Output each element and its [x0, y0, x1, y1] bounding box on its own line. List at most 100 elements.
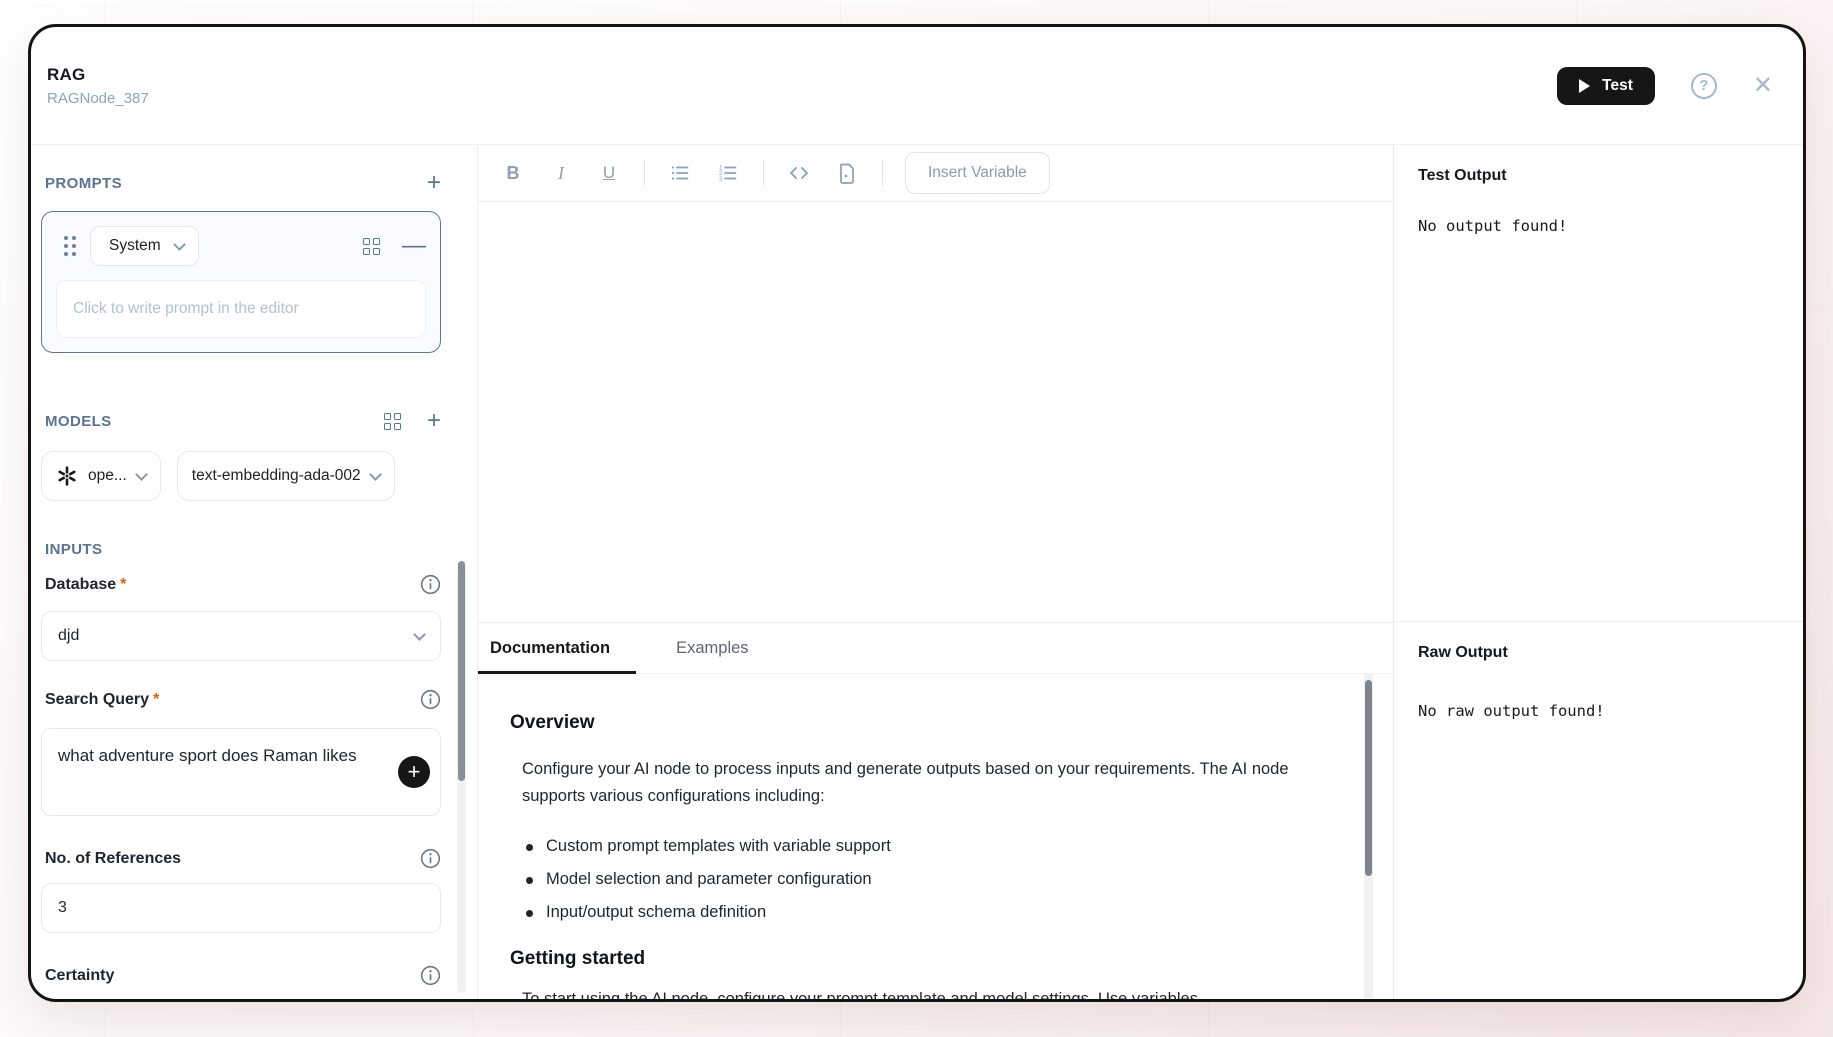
overview-paragraph: Configure your AI node to process inputs… — [522, 756, 1313, 809]
rag-node-modal: RAG RAGNode_387 Test ? ✕ PROMPTS + — [28, 24, 1806, 1002]
svg-text:3: 3 — [719, 176, 723, 183]
remove-prompt-icon[interactable]: — — [402, 239, 426, 253]
prompt-card-actions: — — [363, 238, 426, 255]
header-actions: Test ? ✕ — [1557, 67, 1773, 105]
models-heading: MODELS — [45, 413, 112, 430]
expand-grid-icon[interactable] — [363, 238, 380, 255]
search-query-label-row: Search Query* — [41, 689, 441, 710]
close-icon[interactable]: ✕ — [1753, 74, 1773, 98]
test-button[interactable]: Test — [1557, 67, 1655, 105]
inputs-heading: INPUTS — [45, 541, 102, 558]
prompt-role-select[interactable]: System — [90, 226, 199, 266]
chevron-down-icon — [135, 468, 148, 481]
prompt-card: System — Click to write prompt in the ed… — [41, 211, 441, 353]
required-asterisk: * — [153, 691, 159, 708]
docs-scrollbar-thumb[interactable] — [1365, 680, 1372, 876]
config-panel: PROMPTS + System — — [31, 145, 478, 999]
search-query-field[interactable]: what adventure sport does Raman likes + — [41, 728, 441, 816]
provider-value: ope... — [88, 467, 127, 485]
provider-select[interactable]: ope... — [41, 451, 161, 501]
raw-output-text: No raw output found! — [1418, 702, 1779, 720]
test-output-heading: Test Output — [1418, 167, 1779, 185]
prompts-heading: PROMPTS — [45, 175, 122, 192]
database-label: Database* — [45, 576, 126, 594]
toolbar-divider — [644, 160, 645, 186]
prompts-section-header: PROMPTS + — [41, 171, 441, 195]
left-panel-scrollbar[interactable] — [457, 561, 466, 993]
database-value: djd — [58, 627, 79, 645]
add-model-button[interactable]: + — [427, 409, 441, 433]
references-field[interactable]: 3 — [41, 883, 441, 933]
inputs-section-header: INPUTS — [41, 541, 441, 558]
insert-variable-button[interactable]: Insert Variable — [905, 152, 1050, 194]
info-icon[interactable] — [420, 574, 441, 595]
test-button-label: Test — [1602, 77, 1633, 95]
list-item: Model selection and parameter configurat… — [524, 870, 1313, 889]
node-title: RAG — [47, 65, 149, 85]
help-icon[interactable]: ? — [1691, 73, 1717, 99]
references-value: 3 — [58, 899, 67, 917]
model-value: text-embedding-ada-002 — [192, 467, 361, 485]
tab-examples[interactable]: Examples — [650, 623, 774, 673]
toolbar-divider — [763, 160, 764, 186]
ordered-list-button[interactable]: 123 — [707, 153, 749, 193]
raw-output-heading: Raw Output — [1418, 644, 1779, 662]
references-label: No. of References — [45, 850, 181, 868]
models-row: ope... text-embedding-ada-002 — [41, 451, 441, 501]
docs-content: Overview Configure your AI node to proce… — [478, 674, 1393, 999]
certainty-label: Certainty — [45, 967, 114, 985]
model-select[interactable]: text-embedding-ada-002 — [177, 451, 395, 501]
search-query-value: what adventure sport does Raman likes — [58, 746, 357, 765]
references-label-row: No. of References — [41, 848, 441, 869]
required-asterisk: * — [120, 576, 126, 593]
info-icon[interactable] — [420, 689, 441, 710]
test-output-section: Test Output No output found! — [1394, 145, 1803, 622]
output-panel: Test Output No output found! Raw Output … — [1393, 145, 1803, 999]
certainty-label-row: Certainty — [41, 965, 441, 986]
prompt-editor-placeholder[interactable]: Click to write prompt in the editor — [56, 280, 426, 338]
left-panel-scrollbar-thumb[interactable] — [458, 561, 465, 781]
docs-tab-bar: Documentation Examples — [478, 622, 1393, 674]
add-variable-button[interactable]: + — [398, 756, 430, 788]
test-output-text: No output found! — [1418, 217, 1779, 235]
node-id: RAGNode_387 — [47, 90, 149, 107]
list-item: Input/output schema definition — [524, 903, 1313, 922]
play-icon — [1579, 79, 1590, 93]
config-panel-inner: PROMPTS + System — — [31, 171, 477, 999]
bullet-list-button[interactable] — [659, 153, 701, 193]
add-prompt-button[interactable]: + — [427, 171, 441, 195]
bold-button[interactable]: B — [492, 153, 534, 193]
chevron-down-icon — [173, 238, 186, 251]
raw-output-section: Raw Output No raw output found! — [1394, 622, 1803, 742]
list-item: Custom prompt templates with variable su… — [524, 837, 1313, 856]
models-section-header: MODELS + — [41, 409, 441, 433]
italic-button[interactable]: I — [540, 153, 582, 193]
prompt-editor-area[interactable] — [478, 202, 1393, 622]
title-block: RAG RAGNode_387 — [47, 65, 149, 107]
prompt-role-value: System — [109, 237, 161, 255]
chevron-down-icon — [369, 468, 382, 481]
search-query-label: Search Query* — [45, 691, 159, 709]
prompt-card-toolbar: System — — [56, 226, 426, 266]
drag-handle-icon[interactable] — [64, 236, 76, 256]
info-icon[interactable] — [420, 848, 441, 869]
editor-panel: B I U 123 Insert Variable — [478, 145, 1393, 999]
underline-button[interactable]: U — [588, 153, 630, 193]
modal-header: RAG RAGNode_387 Test ? ✕ — [31, 27, 1803, 145]
database-select[interactable]: djd — [41, 611, 441, 661]
overview-heading: Overview — [510, 712, 1313, 734]
database-label-row: Database* — [41, 574, 441, 595]
docs-scrollbar[interactable] — [1364, 674, 1373, 999]
info-icon[interactable] — [420, 965, 441, 986]
getting-started-heading: Getting started — [510, 948, 1313, 970]
editor-toolbar: B I U 123 Insert Variable — [478, 145, 1393, 202]
getting-started-paragraph: To start using the AI node, configure yo… — [522, 986, 1313, 999]
code-file-button[interactable] — [826, 153, 868, 193]
feature-list: Custom prompt templates with variable su… — [524, 837, 1313, 922]
modal-body: PROMPTS + System — — [31, 145, 1803, 999]
chevron-down-icon — [413, 628, 426, 641]
models-grid-icon[interactable] — [384, 413, 401, 430]
tab-documentation[interactable]: Documentation — [478, 623, 650, 673]
code-button[interactable] — [778, 153, 820, 193]
toolbar-divider — [882, 160, 883, 186]
